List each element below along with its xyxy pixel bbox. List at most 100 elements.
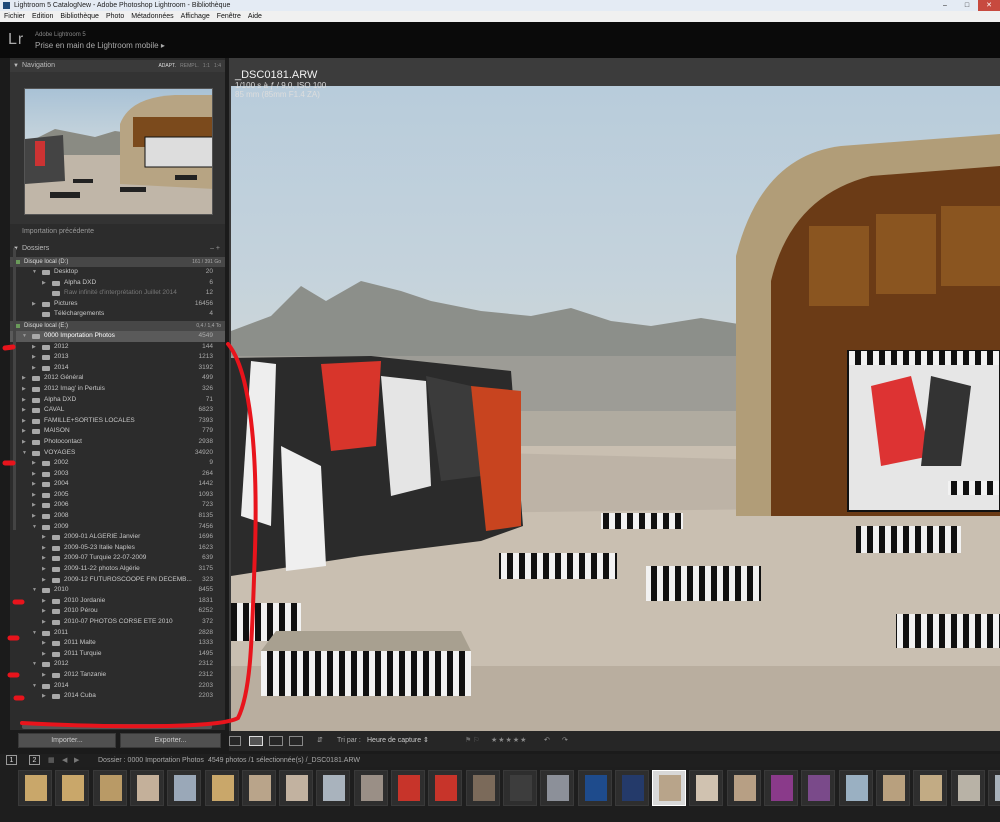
- expanded-triangle-icon[interactable]: ▼: [32, 628, 37, 639]
- filmstrip-thumbnail[interactable]: [55, 770, 90, 806]
- filmstrip-thumbnail[interactable]: [913, 770, 948, 806]
- expanded-triangle-icon[interactable]: ▼: [32, 267, 37, 278]
- filmstrip-thumbnail[interactable]: [92, 770, 127, 806]
- folder-row[interactable]: ▶ Alpha DXD 6: [10, 278, 225, 289]
- forward-arrow-icon[interactable]: ▶: [74, 754, 79, 767]
- collapsed-triangle-icon[interactable]: ▶: [22, 405, 26, 416]
- collapsed-triangle-icon[interactable]: ▶: [32, 352, 36, 363]
- folder-row[interactable]: ▶ 2009-05-23 Italie Naples 1623: [10, 543, 225, 554]
- folder-row[interactable]: ▶ 2010-07 PHOTOS CORSE ETE 2010 372: [10, 617, 225, 628]
- filmstrip-thumbnail[interactable]: [726, 770, 761, 806]
- grid-small-icon[interactable]: ▦: [48, 754, 55, 767]
- menu-fenetre[interactable]: Fenêtre: [217, 11, 241, 22]
- filmstrip-thumbnail[interactable]: [353, 770, 388, 806]
- collapsed-triangle-icon[interactable]: ▶: [22, 395, 26, 406]
- minimize-icon[interactable]: –: [934, 0, 956, 11]
- folder-row[interactable]: ▼ 2011 2828: [10, 628, 225, 639]
- import-button[interactable]: Importer...: [18, 733, 116, 748]
- folder-row[interactable]: ▶ FAMILLE+SORTIES LOCALES 7393: [10, 416, 225, 427]
- expanded-triangle-icon[interactable]: ▼: [22, 448, 27, 459]
- collapsed-triangle-icon[interactable]: ▶: [42, 596, 46, 607]
- menu-aide[interactable]: Aide: [248, 11, 262, 22]
- filmstrip-thumbnail[interactable]: [987, 770, 1000, 806]
- collapsed-triangle-icon[interactable]: ▶: [32, 511, 36, 522]
- menu-edition[interactable]: Edition: [32, 11, 53, 22]
- collapsed-triangle-icon[interactable]: ▶: [42, 617, 46, 628]
- collapsed-triangle-icon[interactable]: ▶: [42, 638, 46, 649]
- collapsed-triangle-icon[interactable]: ▶: [42, 564, 46, 575]
- menu-affichage[interactable]: Affichage: [181, 11, 210, 22]
- collapsed-triangle-icon[interactable]: ▶: [32, 500, 36, 511]
- folder-row[interactable]: ▶ 2012 144: [10, 342, 225, 353]
- folder-row[interactable]: ▶ 2012 Tanzanie 2312: [10, 670, 225, 681]
- menu-photo[interactable]: Photo: [106, 11, 124, 22]
- add-folder-icon[interactable]: – +: [210, 242, 220, 256]
- collapsed-triangle-icon[interactable]: ▶: [32, 479, 36, 490]
- filmstrip-thumbnail[interactable]: [950, 770, 985, 806]
- folder-row[interactable]: ▶ 2004 1442: [10, 479, 225, 490]
- folder-row[interactable]: ▼ VOYAGES 34920: [10, 448, 225, 459]
- export-button[interactable]: Exporter...: [120, 733, 221, 748]
- folder-row[interactable]: ▶ 2012 Imag' in Pertuis 326: [10, 384, 225, 395]
- collapsed-triangle-icon[interactable]: ▶: [22, 426, 26, 437]
- filmstrip-thumbnail[interactable]: [18, 770, 52, 806]
- maximize-icon[interactable]: □: [956, 0, 978, 11]
- folder-row[interactable]: ▼ 2014 2203: [10, 681, 225, 692]
- menu-fichier[interactable]: Fichier: [4, 11, 25, 22]
- expanded-triangle-icon[interactable]: ▼: [32, 585, 37, 596]
- folder-row[interactable]: ▼ 2010 8455: [10, 585, 225, 596]
- filmstrip-thumbnail[interactable]: [316, 770, 351, 806]
- filmstrip-thumbnail[interactable]: [764, 770, 798, 806]
- loupe-view-icon[interactable]: [249, 736, 263, 746]
- volume-e[interactable]: Disque local (E:) 0,4 / 1,4 To: [10, 320, 225, 331]
- filmstrip-thumbnail[interactable]: [502, 770, 537, 806]
- collapsed-triangle-icon[interactable]: ▶: [32, 458, 36, 469]
- page-1-button[interactable]: 1: [6, 755, 17, 765]
- collapsed-triangle-icon[interactable]: ▶: [42, 575, 46, 586]
- collapsed-triangle-icon[interactable]: ▶: [42, 553, 46, 564]
- filmstrip-thumbnail[interactable]: [540, 770, 575, 806]
- folder-row[interactable]: ▼ 2012 2312: [10, 659, 225, 670]
- sort-direction-icon[interactable]: ⇵: [317, 731, 323, 751]
- folder-row[interactable]: ▶ 2014 Cuba 2203: [10, 691, 225, 702]
- filmstrip-thumbnail[interactable]: [689, 770, 724, 806]
- rotate-left-icon[interactable]: ↶: [544, 731, 550, 751]
- folder-row[interactable]: ▶ 2003 264: [10, 469, 225, 480]
- filmstrip-thumbnail[interactable]: [801, 770, 836, 806]
- main-photo[interactable]: [231, 86, 1000, 731]
- folder-row[interactable]: ▶ 2010 Pérou 6252: [10, 606, 225, 617]
- folder-row[interactable]: ▼ 0000 Importation Photos 4549: [10, 330, 225, 342]
- filmstrip-thumbnail[interactable]: [129, 770, 164, 806]
- star-rating[interactable]: ★★★★★: [491, 731, 527, 751]
- folder-row[interactable]: ▶ Photocontact 2938: [10, 437, 225, 448]
- collapsed-triangle-icon[interactable]: ▶: [32, 299, 36, 310]
- folder-row[interactable]: ▶ 2011 Turquie 1495: [10, 649, 225, 660]
- folders-header[interactable]: ▼ Dossiers – +: [10, 242, 225, 256]
- filmstrip-source[interactable]: Dossier : 0000 Importation Photos: [98, 754, 204, 767]
- folder-row[interactable]: ▶ 2011 Malte 1333: [10, 638, 225, 649]
- volume-d[interactable]: Disque local (D:) 161 / 391 Go: [10, 257, 225, 267]
- filmstrip-thumbnail[interactable]: [279, 770, 314, 806]
- collapsed-triangle-icon[interactable]: ▶: [42, 606, 46, 617]
- flag-icons[interactable]: ⚑ ⚐: [465, 731, 480, 751]
- folder-row[interactable]: ▶ 2010 Jordanie 1831: [10, 596, 225, 607]
- folder-row[interactable]: ▶ 2014 3192: [10, 363, 225, 374]
- horizontal-scrollbar[interactable]: [22, 724, 212, 729]
- filmstrip-thumbnail[interactable]: [241, 770, 276, 806]
- filmstrip-thumbnail[interactable]: [838, 770, 873, 806]
- collapsed-triangle-icon[interactable]: ▶: [32, 342, 36, 353]
- folder-row[interactable]: ▶ 2005 1093: [10, 490, 225, 501]
- zoom-1-4[interactable]: 1:4: [214, 63, 221, 69]
- vertical-scrollbar[interactable]: [13, 248, 16, 530]
- zoom-1-1[interactable]: 1:1: [203, 63, 210, 69]
- folder-row[interactable]: ▶ 2006 723: [10, 500, 225, 511]
- filmstrip-thumbnail[interactable]: [391, 770, 425, 806]
- filmstrip-thumbnail[interactable]: [465, 770, 500, 806]
- previous-import-row[interactable]: Importation précédente: [10, 226, 225, 238]
- folder-row[interactable]: ▼ Desktop 20: [10, 267, 225, 278]
- filmstrip-thumbnail[interactable]: [167, 770, 202, 806]
- folder-row[interactable]: ▶ 2009-07 Turquie 22-07-2009 639: [10, 553, 225, 564]
- page-2-button[interactable]: 2: [29, 755, 40, 765]
- folder-row[interactable]: ▶ 2009-12 FUTUROSCOOPE FIN DECEMB... 323: [10, 575, 225, 586]
- collapsed-triangle-icon[interactable]: ▶: [32, 363, 36, 374]
